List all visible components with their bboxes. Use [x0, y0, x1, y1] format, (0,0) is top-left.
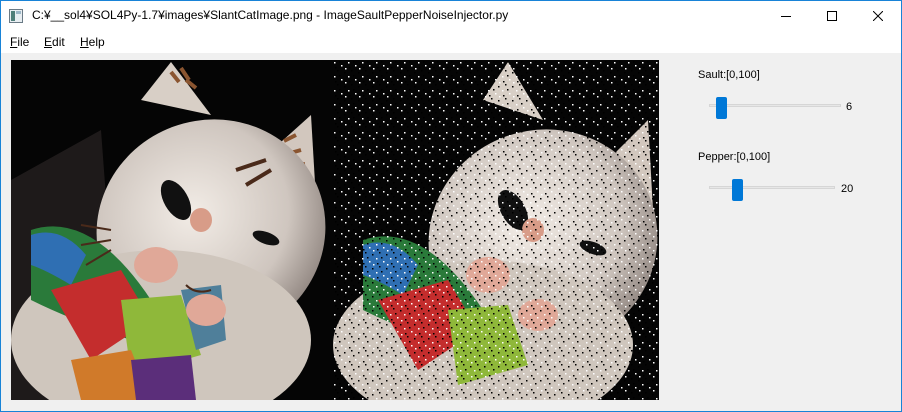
close-icon: [873, 11, 883, 21]
original-image-view: [11, 60, 337, 400]
sault-label: Sault:[0,100]: [698, 69, 760, 81]
menu-help[interactable]: Help: [80, 35, 105, 49]
sault-value: 6: [846, 101, 853, 113]
menu-edit[interactable]: Edit: [44, 35, 65, 49]
maximize-button[interactable]: [809, 1, 855, 31]
app-window: C:¥__sol4¥SOL4Py-1.7¥images¥SlantCatImag…: [0, 0, 902, 412]
menu-file-label: ile: [17, 35, 30, 49]
menu-bar: File Edit Help: [1, 31, 901, 53]
pepper-slider-track[interactable]: [709, 186, 835, 189]
noisy-image-view: [333, 60, 659, 400]
menu-edit-label: dit: [52, 35, 65, 49]
close-button[interactable]: [855, 1, 901, 31]
pepper-label: Pepper:[0,100]: [698, 151, 771, 163]
menu-help-mnemonic: H: [80, 35, 89, 49]
menu-edit-mnemonic: E: [44, 35, 53, 49]
noisy-image: [333, 60, 659, 400]
window-title: C:¥__sol4¥SOL4Py-1.7¥images¥SlantCatImag…: [32, 8, 509, 22]
sault-slider-thumb[interactable]: [716, 97, 727, 119]
minimize-button[interactable]: [763, 1, 809, 31]
minimize-icon: [781, 16, 791, 17]
pepper-value: 20: [841, 183, 854, 195]
app-icon[interactable]: [9, 9, 23, 23]
menu-file[interactable]: File: [10, 35, 29, 49]
original-image: [11, 60, 337, 400]
maximize-icon: [827, 11, 837, 21]
title-bar[interactable]: C:¥__sol4¥SOL4Py-1.7¥images¥SlantCatImag…: [1, 1, 901, 31]
menu-help-label: elp: [88, 35, 105, 49]
sault-slider-track[interactable]: [709, 104, 841, 107]
pepper-slider-thumb[interactable]: [732, 179, 743, 201]
